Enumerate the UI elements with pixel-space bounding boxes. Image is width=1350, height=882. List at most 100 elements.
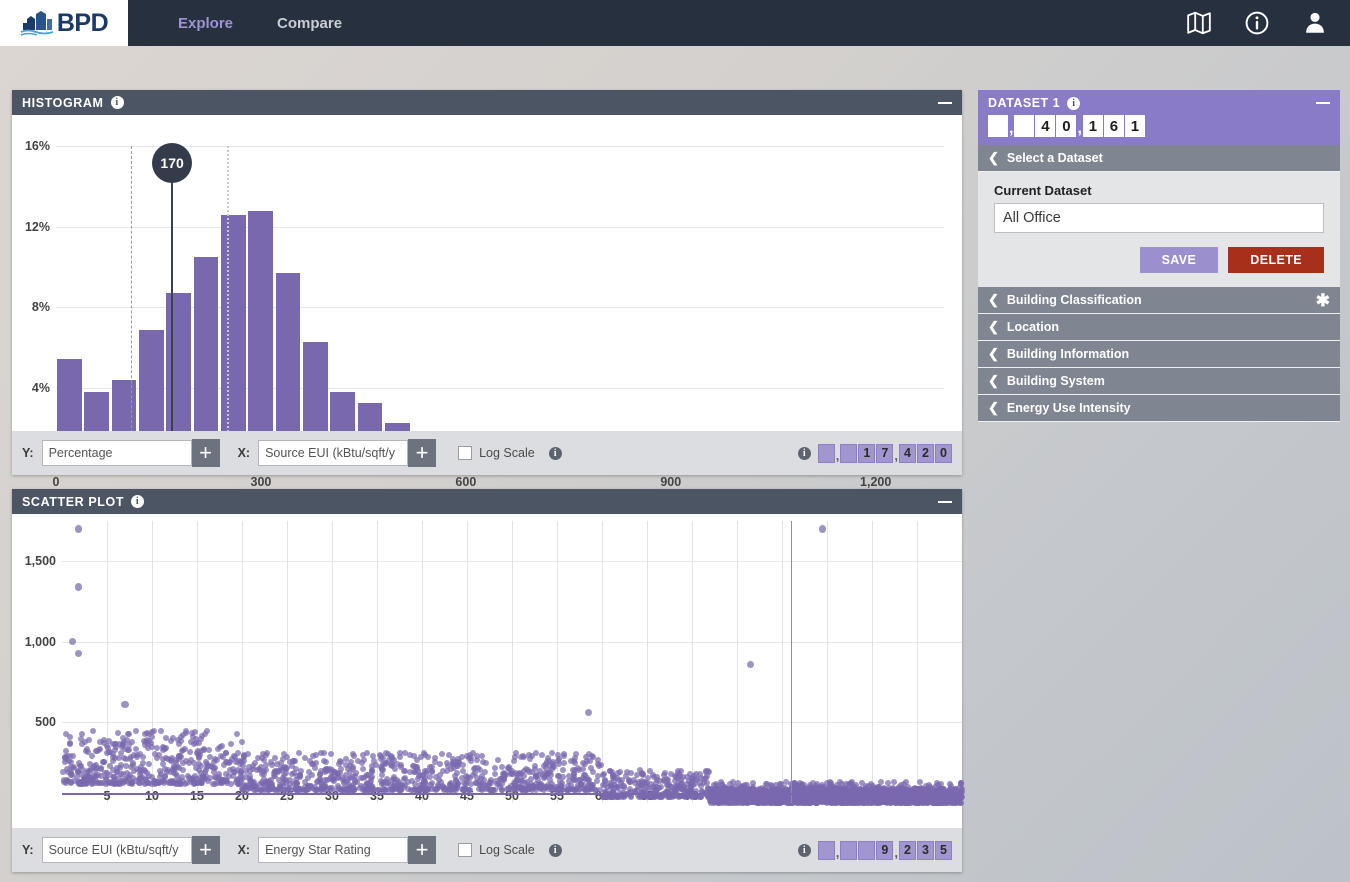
scatter-point (74, 649, 82, 657)
map-icon[interactable] (1186, 10, 1212, 36)
info-circle-icon[interactable]: i (797, 446, 811, 460)
asterisk-icon[interactable]: ✱ (1316, 292, 1330, 309)
scatter-point (625, 777, 632, 784)
chevron-left-icon: ❮ (988, 400, 999, 415)
scatter-point (683, 781, 690, 788)
histogram-x-label: X: (237, 446, 251, 460)
scatter-point (168, 754, 175, 761)
histogram-x-input[interactable]: Source EUI (kBtu/sqft/y (258, 440, 409, 466)
accordion-building-classification[interactable]: ❮ Building Classification ✱ (978, 287, 1340, 314)
scatter-point (482, 768, 489, 775)
y-axis-tick-label: 16% (24, 139, 50, 153)
info-circle-icon[interactable]: i (110, 96, 124, 109)
scatter-point (95, 746, 102, 753)
scatter-point (226, 758, 233, 765)
median-marker-bubble[interactable]: 170 (152, 143, 193, 183)
info-circle-icon[interactable]: i (548, 446, 562, 460)
current-dataset-input[interactable]: All Office (994, 203, 1324, 233)
count-digit: 0 (840, 443, 858, 463)
scatter-point (126, 730, 133, 737)
histogram-log-scale-checkbox[interactable] (458, 446, 473, 460)
accordion-building-system[interactable]: ❮ Building System (978, 368, 1340, 395)
plus-icon[interactable]: + (191, 439, 220, 467)
gridline (827, 521, 828, 803)
scatter-point (424, 754, 431, 761)
scatter-point (167, 737, 174, 744)
count-comma: , (1009, 120, 1014, 137)
accordion-building-information-label: Building Information (1006, 347, 1130, 361)
scatter-record-counter: i 0,009,235 (791, 840, 952, 860)
nav-item-compare[interactable]: Compare (255, 0, 364, 46)
scatter-point (182, 727, 189, 734)
info-circle-icon[interactable]: i (1067, 96, 1081, 110)
scatter-point (615, 770, 622, 777)
gridline (917, 521, 918, 803)
scatter-point (599, 781, 606, 788)
accordion-location[interactable]: ❮ Location (978, 314, 1340, 341)
scatter-point (179, 747, 186, 754)
scatter-point (548, 783, 555, 790)
scatter-point (426, 764, 433, 771)
scatter-point (91, 762, 98, 769)
info-circle-icon[interactable]: i (131, 495, 145, 508)
top-navigation-bar: BPD Explore Compare (0, 0, 1350, 46)
trend-line (62, 793, 962, 795)
accordion-select-a-dataset[interactable]: ❮ Select a Dataset (978, 145, 1340, 172)
x-axis-tick-label: 15 (190, 789, 204, 803)
scatter-point (116, 741, 123, 748)
scatter-y-input[interactable]: Source EUI (kBtu/sqft/y (41, 837, 192, 863)
scatter-x-input[interactable]: Energy Star Rating (258, 837, 409, 863)
scatter-x-label: X: (237, 843, 251, 857)
histogram-record-counter: i 0,017,420 (791, 443, 952, 463)
scatter-point (129, 761, 136, 768)
scatter-point (313, 752, 320, 759)
scatter-point (83, 769, 90, 776)
scatter-point (132, 727, 139, 734)
scatter-point (822, 797, 829, 804)
scatter-point (218, 778, 225, 785)
minimize-icon[interactable] (1316, 102, 1330, 104)
delete-button[interactable]: DELETE (1228, 247, 1324, 273)
plus-icon[interactable]: + (408, 439, 437, 467)
chevron-left-icon: ❮ (988, 319, 999, 334)
info-circle-icon[interactable]: i (797, 843, 811, 857)
info-circle-icon[interactable]: i (548, 843, 562, 857)
scatter-point (146, 760, 153, 767)
count-digit: 5 (935, 840, 952, 860)
x-axis-tick-label: 900 (660, 475, 682, 489)
plus-icon[interactable]: + (408, 836, 437, 864)
save-button[interactable]: SAVE (1139, 247, 1219, 273)
scatter-panel-title: SCATTER PLOT (22, 494, 125, 509)
minimize-icon[interactable] (938, 101, 952, 104)
scatter-point (83, 745, 90, 752)
user-account-icon[interactable] (1302, 10, 1328, 36)
accordion-energy-use-intensity[interactable]: ❮ Energy Use Intensity (978, 395, 1340, 422)
info-circle-icon[interactable] (1244, 10, 1270, 36)
scatter-point (86, 737, 93, 744)
nav-item-explore-label: Explore (178, 14, 234, 32)
plus-icon[interactable]: + (191, 836, 220, 864)
scatter-point (588, 784, 595, 791)
accordion-building-information[interactable]: ❮ Building Information (978, 341, 1340, 368)
scatter-point (352, 769, 359, 776)
scatter-plot-area: 5001,0001,500510152025303540455055606570… (25, 521, 965, 806)
scatter-point (264, 785, 271, 792)
count-digit: 0 (817, 443, 835, 463)
scatter-point (196, 754, 203, 761)
scatter-point (810, 794, 817, 801)
scatter-point (67, 734, 74, 741)
logo-text: BPD (56, 8, 109, 37)
histogram-y-input[interactable]: Percentage (41, 440, 192, 466)
nav-item-explore[interactable]: Explore (156, 0, 255, 46)
scatter-log-scale-checkbox[interactable] (458, 843, 473, 857)
scatter-point (707, 796, 714, 803)
count-digit: 0 (817, 840, 835, 860)
minimize-icon[interactable] (938, 500, 952, 503)
gridline (692, 521, 693, 803)
scatter-point (111, 780, 118, 787)
app-logo[interactable]: BPD (0, 0, 128, 46)
scatter-point (421, 787, 428, 794)
count-digit: 4 (1035, 115, 1056, 137)
scatter-point (432, 774, 439, 781)
chevron-left-icon: ❮ (988, 150, 999, 165)
